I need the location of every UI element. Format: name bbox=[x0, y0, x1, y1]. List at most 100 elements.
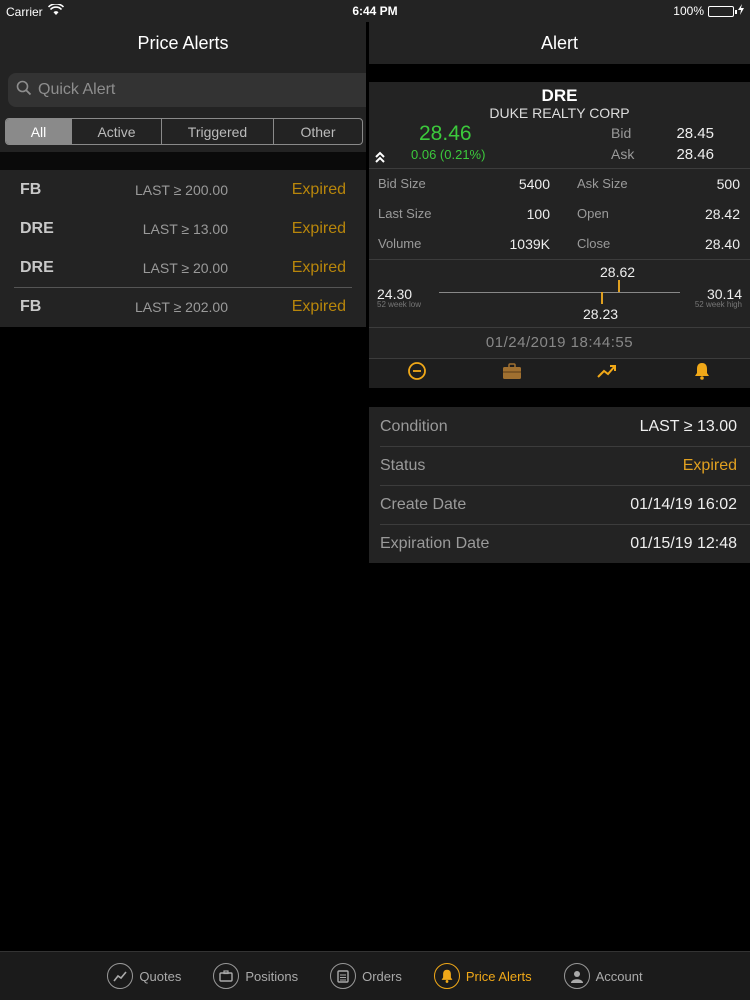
detail-row-status: Status Expired bbox=[369, 446, 750, 485]
alert-status: Expired bbox=[291, 258, 346, 276]
alert-row[interactable]: DRE LAST ≥ 20.00 Expired bbox=[0, 248, 366, 287]
detail-value: 01/15/19 12:48 bbox=[630, 534, 737, 552]
stat-label: Open bbox=[577, 206, 609, 221]
alert-symbol: FB bbox=[20, 297, 42, 315]
detail-row-condition: Condition LAST ≥ 13.00 bbox=[369, 407, 750, 446]
bell-icon bbox=[433, 963, 460, 989]
positions-button[interactable] bbox=[464, 359, 559, 388]
stat-row: Volume 1039K Close 28.40 bbox=[369, 229, 750, 259]
ask-label: Ask bbox=[611, 146, 635, 162]
stat-value: 28.42 bbox=[704, 206, 740, 222]
ask-value: 28.46 bbox=[676, 146, 714, 163]
day-high-value: 28.62 bbox=[600, 264, 636, 280]
divider bbox=[369, 327, 750, 328]
double-up-arrow-icon bbox=[375, 150, 385, 168]
alert-status: Expired bbox=[291, 219, 346, 237]
tab-bar: Quotes Positions Orders Price Alerts Acc… bbox=[0, 951, 750, 1000]
alert-status: Expired bbox=[291, 180, 346, 198]
trend-up-icon bbox=[597, 363, 617, 384]
alert-condition: LAST ≥ 20.00 bbox=[142, 259, 228, 276]
range-low-label: 52 week low bbox=[377, 300, 422, 309]
stat-value: 1039K bbox=[509, 236, 550, 252]
clipboard-icon bbox=[330, 963, 357, 989]
stat-value: 100 bbox=[526, 206, 550, 222]
range-high-label: 52 week high bbox=[694, 300, 742, 309]
range-track bbox=[439, 292, 680, 293]
stat-value: 5400 bbox=[518, 176, 550, 192]
tab-quotes[interactable]: Quotes bbox=[91, 952, 197, 1000]
quick-alert-search[interactable]: Quick Alert bbox=[8, 73, 366, 107]
52-week-range: 24.30 52 week low 30.14 52 week high 28.… bbox=[369, 258, 750, 322]
alert-condition: LAST ≥ 200.00 bbox=[134, 181, 228, 198]
stat-label: Ask Size bbox=[577, 176, 628, 191]
page-title: Price Alerts bbox=[137, 32, 229, 53]
last-price: 28.46 bbox=[419, 122, 472, 145]
briefcase-icon bbox=[213, 963, 240, 989]
quote-card: DRE DUKE REALTY CORP 28.46 0.06 (0.21%) … bbox=[369, 82, 750, 388]
company-name: DUKE REALTY CORP bbox=[489, 105, 630, 121]
minus-circle-icon bbox=[407, 361, 427, 386]
quote-timestamp: 01/24/2019 18:44:55 bbox=[485, 334, 634, 351]
tab-positions[interactable]: Positions bbox=[197, 952, 314, 1000]
detail-label: Condition bbox=[380, 417, 448, 435]
segment-triggered[interactable]: Triggered bbox=[162, 119, 274, 144]
charging-icon bbox=[738, 4, 744, 18]
chart-button[interactable] bbox=[560, 359, 655, 388]
quote-toolbar bbox=[369, 358, 750, 388]
alert-row[interactable]: FB LAST ≥ 202.00 Expired bbox=[0, 287, 366, 326]
stat-value: 500 bbox=[716, 176, 740, 192]
detail-row-create-date: Create Date 01/14/19 16:02 bbox=[369, 485, 750, 524]
tab-label: Orders bbox=[362, 968, 402, 984]
alert-status: Expired bbox=[291, 297, 346, 315]
tab-price-alerts[interactable]: Price Alerts bbox=[418, 952, 548, 1000]
battery-percent: 100% bbox=[673, 4, 704, 18]
bid-value: 28.45 bbox=[676, 125, 714, 142]
segment-all[interactable]: All bbox=[6, 119, 72, 144]
alert-condition: LAST ≥ 202.00 bbox=[134, 298, 228, 315]
day-high-marker bbox=[618, 280, 620, 292]
search-placeholder[interactable]: Quick Alert bbox=[38, 81, 115, 99]
tab-label: Positions bbox=[245, 968, 299, 984]
detail-title: Alert bbox=[369, 22, 750, 64]
detail-row-expiration-date: Expiration Date 01/15/19 12:48 bbox=[369, 524, 750, 563]
bid-label: Bid bbox=[611, 125, 632, 141]
stat-row: Last Size 100 Open 28.42 bbox=[369, 199, 750, 229]
stat-value: 28.40 bbox=[704, 236, 740, 252]
trend-up-icon bbox=[107, 963, 134, 989]
status-bar: Carrier 6:44 PM 100% bbox=[0, 0, 750, 22]
remove-button[interactable] bbox=[369, 359, 464, 388]
alert-symbol: FB bbox=[20, 180, 42, 198]
detail-value: Expired bbox=[682, 456, 737, 474]
alert-row[interactable]: FB LAST ≥ 200.00 Expired bbox=[0, 170, 366, 209]
segment-active[interactable]: Active bbox=[72, 119, 162, 144]
alert-button[interactable] bbox=[655, 359, 750, 388]
alert-row[interactable]: DRE LAST ≥ 13.00 Expired bbox=[0, 209, 366, 248]
detail-label: Expiration Date bbox=[380, 534, 490, 552]
day-low-marker bbox=[601, 292, 603, 304]
alert-symbol: DRE bbox=[20, 219, 54, 237]
stat-label: Bid Size bbox=[378, 176, 426, 191]
alert-condition: LAST ≥ 13.00 bbox=[142, 220, 228, 237]
section-divider bbox=[0, 152, 366, 170]
stat-label: Last Size bbox=[378, 206, 432, 221]
day-low-value: 28.23 bbox=[583, 306, 619, 322]
search-icon bbox=[16, 80, 32, 101]
detail-label: Status bbox=[380, 456, 426, 474]
briefcase-icon bbox=[502, 362, 522, 385]
detail-value: LAST ≥ 13.00 bbox=[639, 417, 737, 435]
stat-label: Volume bbox=[378, 236, 422, 251]
alert-symbol: DRE bbox=[20, 258, 54, 276]
segment-other[interactable]: Other bbox=[274, 119, 362, 144]
stat-label: Close bbox=[577, 236, 611, 251]
tab-label: Quotes bbox=[139, 968, 182, 984]
detail-value: 01/14/19 16:02 bbox=[630, 495, 737, 513]
alert-detail-card: Condition LAST ≥ 13.00 Status Expired Cr… bbox=[369, 407, 750, 563]
quote-stats: Bid Size 5400 Ask Size 500 Last Size 100 Op… bbox=[369, 169, 750, 259]
filter-segmented-control: All Active Triggered Other bbox=[5, 118, 363, 145]
tab-label: Account bbox=[595, 968, 643, 984]
tab-account[interactable]: Account bbox=[548, 952, 659, 1000]
alerts-list-pane: Price Alerts Quick Alert All Active Trig… bbox=[0, 22, 366, 327]
tab-orders[interactable]: Orders bbox=[314, 952, 418, 1000]
person-icon bbox=[563, 963, 590, 989]
bell-icon bbox=[693, 362, 711, 385]
